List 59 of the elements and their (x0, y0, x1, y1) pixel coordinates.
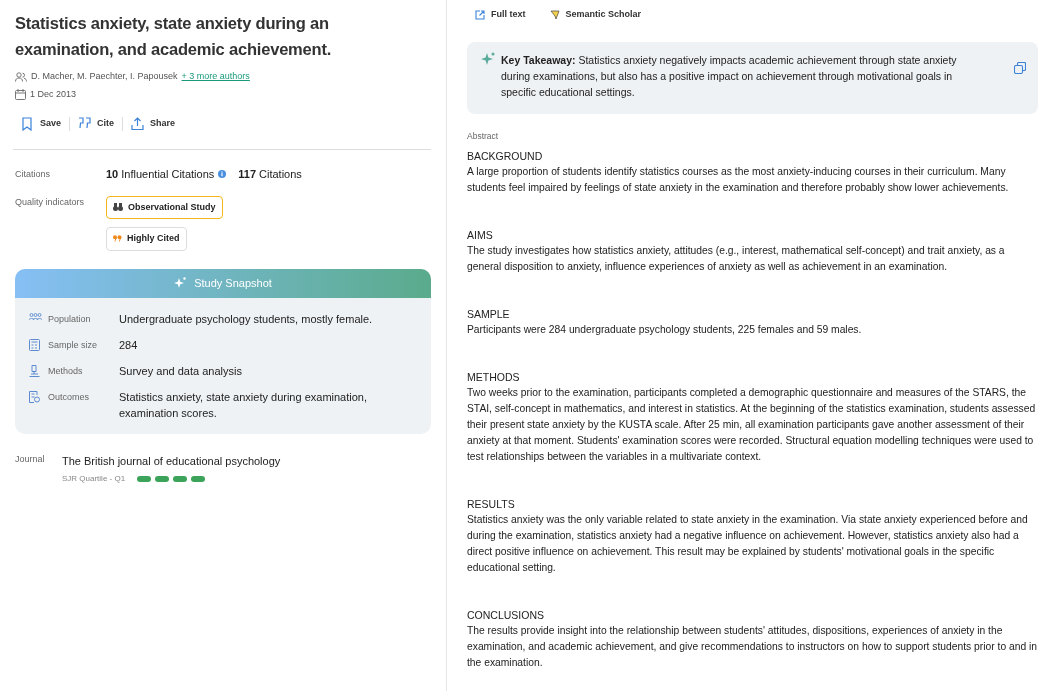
calculator-icon (29, 339, 42, 352)
citations-label: Citations (15, 167, 51, 181)
quartile-bar (137, 476, 152, 482)
journal-name: The British journal of educational psychology (62, 453, 281, 469)
citation-count: 117 Citations (238, 167, 302, 182)
snapshot-label: Sample size (48, 338, 98, 352)
calendar-icon (15, 88, 26, 100)
section-heading: SAMPLE (467, 307, 511, 323)
bookmark-icon (21, 117, 34, 131)
section-heading: BACKGROUND (467, 149, 544, 165)
abstract-label: Abstract (467, 129, 500, 143)
section-heading: METHODS (467, 370, 521, 386)
paper-title: Statistics anxiety, state anxiety during an examination, and academic achievement. (15, 13, 333, 60)
binoculars-icon (113, 203, 123, 212)
journal-label: Journal (15, 452, 46, 466)
share-icon (131, 117, 145, 131)
snapshot-value: Statistics anxiety, state anxiety during examination, examination scores. (119, 389, 369, 421)
snapshot-label: Methods (48, 364, 83, 378)
share-button[interactable]: Share (123, 117, 184, 131)
sparkle-icon (481, 51, 495, 66)
quartile-label: SJR Quartile - Q1 (62, 473, 126, 485)
snapshot-value: 284 (119, 337, 139, 353)
influential-citations: 10 Influential Citations (106, 167, 215, 182)
snapshot-label: Outcomes (48, 390, 89, 404)
snapshot-value: Undergraduate psychology students, mostly female. (119, 311, 374, 327)
quartile-bar (191, 476, 206, 482)
abstract-paragraph: Statistics anxiety was the only variable related to state anxiety in the examination. Via state anxiety experienced before and during the examination, statistics anxiety had a negative influence on achievement. However, statistics anxiety also had a direct positive influence on achievement. This result may be explained by students' motivational goals in the specific educational setting. (467, 513, 1029, 576)
section-heading: AIMS (467, 228, 494, 244)
snapshot-title: Study Snapshot (194, 275, 272, 291)
section-heading: CONCLUSIONS (467, 608, 545, 624)
abstract-paragraph: Participants were 284 undergraduate psychology students, 225 females and 59 males. (467, 323, 863, 338)
source-link[interactable]: Semantic Scholar (549, 8, 642, 22)
quote-icon (78, 117, 92, 131)
abstract-paragraph: The study investigates how statistics anxiety, attitudes (e.g., interest, mathematical self-concept) and trait anxiety, as a general disposition to anxiety, influence experiences of anxiety as well as achievement in an examination. (467, 244, 1006, 275)
quality-badge: Highly Cited (106, 227, 187, 251)
quartile-bar (155, 476, 170, 482)
people-icon (15, 71, 27, 82)
copy-icon (1014, 62, 1026, 75)
publication-date: 1 Dec 2013 (30, 87, 77, 101)
section-heading: RESULTS (467, 497, 516, 513)
author-list: D. Macher, M. Paechter, I. Papousek (31, 70, 178, 84)
abstract-paragraph: Two weeks prior to the examination, participants completed a demographic questionnaire and measures of the STARS, the STAI, self-concept in mathematics, and interest in statistics. At the beginning of the statistics examination, students assessed their present state anxiety by the KUSTA scale. After 25 min, all examination participants gave another assessment of their anxiety at that moment. Students' examination scores were recorded. Structural equation modelling techniques were used to test relationships between the variables in a multivariate context. (467, 386, 1037, 465)
cite-button[interactable]: Cite (70, 117, 123, 131)
quartile-bar (173, 476, 188, 482)
quote-icon (113, 235, 122, 243)
snapshot-value: Survey and data analysis (119, 363, 243, 379)
abstract-paragraph: A large proportion of students identify statistics courses as the most anxiety-inducing courses in their curriculum. Many students feel impaired by feelings of state anxiety in the examination and therefore probably show lower achievements. (467, 165, 1010, 196)
more-authors-link[interactable]: + 3 more authors (181, 70, 250, 84)
takeaway-text: Key Takeaway: Statistics anxiety negatively impacts academic achievement through state anxiety during examinations, but also has a positive impact on achievement through motivational goals in specific educational settings. (501, 52, 958, 100)
quality-label: Quality indicators (15, 195, 86, 209)
info-icon (218, 170, 227, 179)
document-icon (29, 391, 42, 404)
quality-badge: Observational Study (106, 195, 223, 219)
full-text-link[interactable]: Full text (475, 8, 526, 22)
snapshot-label: Population (48, 312, 91, 326)
save-button[interactable]: Save (13, 117, 70, 131)
sparkle-icon (174, 277, 187, 289)
external-link-icon (475, 9, 485, 20)
abstract-paragraph: The results provide insight into the relationship between students' attitudes, dispositions, experiences of anxiety in the examination, and academic achievement, and give recommendations to instructors on how to support students prior to and in the examination. (467, 624, 1038, 671)
